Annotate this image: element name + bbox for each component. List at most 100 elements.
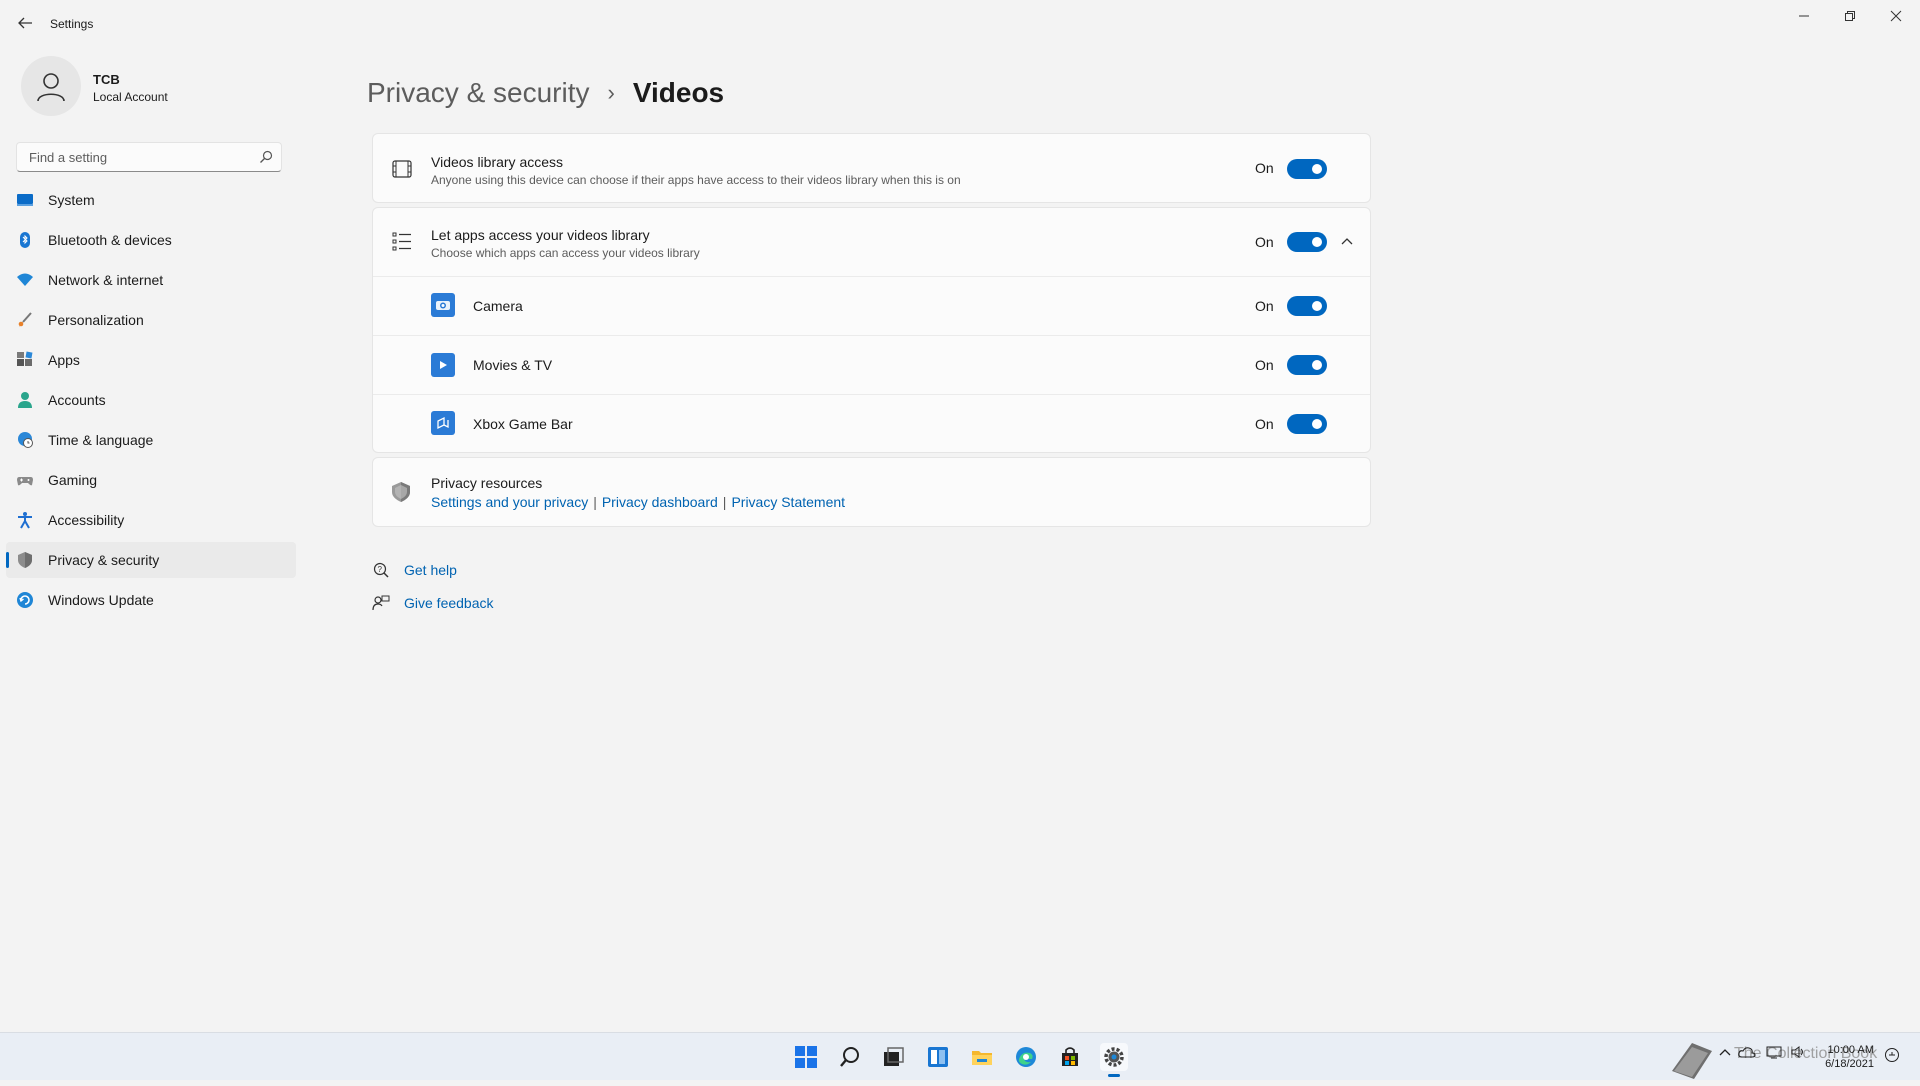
privacy-resources-title: Privacy resources — [431, 475, 543, 491]
search-box[interactable] — [16, 142, 282, 172]
shield-icon — [390, 481, 412, 503]
toggle-state-label: On — [1255, 357, 1274, 373]
sidebar-item-accounts[interactable]: Accounts — [6, 382, 296, 418]
get-help-link[interactable]: Get help — [404, 562, 457, 578]
task-view-icon[interactable] — [879, 1043, 907, 1071]
search-input[interactable] — [27, 149, 251, 166]
apps-access-toggle[interactable] — [1287, 232, 1327, 252]
list-icon — [391, 230, 413, 252]
avatar[interactable] — [21, 56, 81, 116]
toggle-state-label: On — [1255, 160, 1274, 176]
toggle-state-label: On — [1255, 234, 1274, 250]
store-icon[interactable] — [1056, 1043, 1084, 1071]
sidebar-item-accessibility[interactable]: Accessibility — [6, 502, 296, 538]
profile-account-type: Local Account — [93, 90, 168, 104]
app-row-movies-tv: Movies & TV On — [373, 336, 1370, 394]
title-bar: Settings — [0, 0, 1920, 48]
sidebar-item-label: Privacy & security — [48, 552, 160, 568]
edge-icon[interactable] — [1012, 1043, 1040, 1071]
videos-library-access-card: Videos library access Anyone using this … — [372, 133, 1371, 203]
toggle-state-label: On — [1255, 416, 1274, 432]
page-title: Videos — [632, 77, 725, 108]
start-icon[interactable] — [792, 1043, 820, 1071]
setting-title: Let apps access your videos library — [431, 227, 650, 243]
restore-icon[interactable] — [1828, 4, 1872, 28]
shield-icon — [16, 551, 34, 569]
chevron-up-icon[interactable] — [1339, 234, 1355, 250]
profile-name: TCB — [93, 72, 120, 87]
chevron-up-icon[interactable] — [1718, 1045, 1732, 1062]
sidebar-item-label: System — [48, 192, 95, 208]
clock-date: 6/18/2021 — [1825, 1058, 1874, 1070]
book-logo-icon — [1668, 1037, 1716, 1081]
taskbar: The Collection Book 10:00 AM 6/18/2021 — [0, 1032, 1920, 1080]
settings-icon[interactable] — [1100, 1043, 1128, 1077]
bluetooth-icon — [16, 231, 34, 249]
sidebar-item-privacy-security[interactable]: Privacy & security — [6, 542, 296, 578]
sidebar-item-label: Windows Update — [48, 592, 154, 608]
sidebar-item-label: Gaming — [48, 472, 98, 488]
wifi-icon — [16, 271, 34, 289]
give-feedback-link[interactable]: Give feedback — [404, 595, 494, 611]
videos-library-access-toggle[interactable] — [1287, 159, 1327, 179]
app-name: Xbox Game Bar — [473, 416, 573, 432]
network-icon[interactable] — [1766, 1045, 1782, 1062]
privacy-dashboard-link[interactable]: Privacy dashboard — [602, 494, 718, 510]
breadcrumb-parent[interactable]: Privacy & security — [367, 77, 590, 109]
sidebar-item-label: Bluetooth & devices — [48, 232, 172, 248]
minimize-icon[interactable] — [1782, 4, 1826, 28]
link-separator: | — [722, 494, 727, 510]
app-name: Movies & TV — [473, 357, 553, 373]
app-name: Camera — [473, 298, 523, 314]
taskbar-clock[interactable]: 10:00 AM 6/18/2021 — [1825, 1043, 1874, 1071]
file-explorer-icon[interactable] — [968, 1043, 996, 1071]
accessibility-icon — [16, 511, 34, 529]
sidebar-item-network[interactable]: Network & internet — [6, 262, 296, 298]
notification-icon[interactable] — [1884, 1047, 1900, 1066]
cloud-icon[interactable] — [1738, 1045, 1756, 1062]
search-icon[interactable] — [836, 1043, 864, 1071]
apps-access-card: Let apps access your videos library Choo… — [372, 207, 1371, 453]
camera-toggle[interactable] — [1287, 296, 1327, 316]
toggle-knob — [1312, 237, 1322, 247]
toggle-knob — [1312, 164, 1322, 174]
sidebar-item-label: Accessibility — [48, 512, 125, 528]
toggle-knob — [1312, 301, 1322, 311]
breadcrumb: Privacy & security › Videos — [367, 77, 724, 109]
link-separator: | — [593, 494, 597, 510]
search-icon[interactable] — [259, 150, 273, 164]
settings-and-your-privacy-link[interactable]: Settings and your privacy — [431, 494, 588, 510]
setting-description: Anyone using this device can choose if t… — [431, 173, 961, 187]
privacy-statement-link[interactable]: Privacy Statement — [731, 494, 845, 510]
toggle-knob — [1312, 360, 1322, 370]
person-icon — [16, 391, 34, 409]
volume-icon[interactable] — [1790, 1045, 1806, 1062]
help-icon: ? — [372, 561, 390, 579]
toggle-knob — [1312, 419, 1322, 429]
sidebar-item-bluetooth[interactable]: Bluetooth & devices — [6, 222, 296, 258]
sidebar-item-apps[interactable]: Apps — [6, 342, 296, 378]
sidebar-item-windows-update[interactable]: Windows Update — [6, 582, 296, 618]
movies-tv-toggle[interactable] — [1287, 355, 1327, 375]
widgets-icon[interactable] — [924, 1043, 952, 1071]
apps-access-header[interactable]: Let apps access your videos library Choo… — [373, 208, 1370, 275]
clock-time: 10:00 AM — [1827, 1044, 1874, 1056]
sidebar-item-label: Apps — [48, 352, 80, 368]
xbox-game-bar-toggle[interactable] — [1287, 414, 1327, 434]
video-frame-icon — [391, 158, 413, 180]
sidebar-item-time-language[interactable]: Time & language — [6, 422, 296, 458]
app-row-xbox-game-bar: Xbox Game Bar On — [373, 395, 1370, 453]
sidebar-item-gaming[interactable]: Gaming — [6, 462, 296, 498]
privacy-links: Settings and your privacy | Privacy dashbo… — [431, 494, 845, 512]
back-arrow-icon[interactable] — [14, 12, 36, 34]
svg-text:?: ? — [378, 565, 383, 574]
app-title: Settings — [50, 17, 94, 31]
sidebar-item-system[interactable]: System — [6, 182, 296, 218]
apps-icon — [16, 351, 34, 369]
close-icon[interactable] — [1874, 4, 1918, 28]
sidebar-item-label: Accounts — [48, 392, 106, 408]
sidebar-item-personalization[interactable]: Personalization — [6, 302, 296, 338]
movies-tv-app-icon — [431, 353, 455, 377]
breadcrumb-separator: › — [607, 80, 615, 105]
brush-icon — [16, 311, 34, 329]
